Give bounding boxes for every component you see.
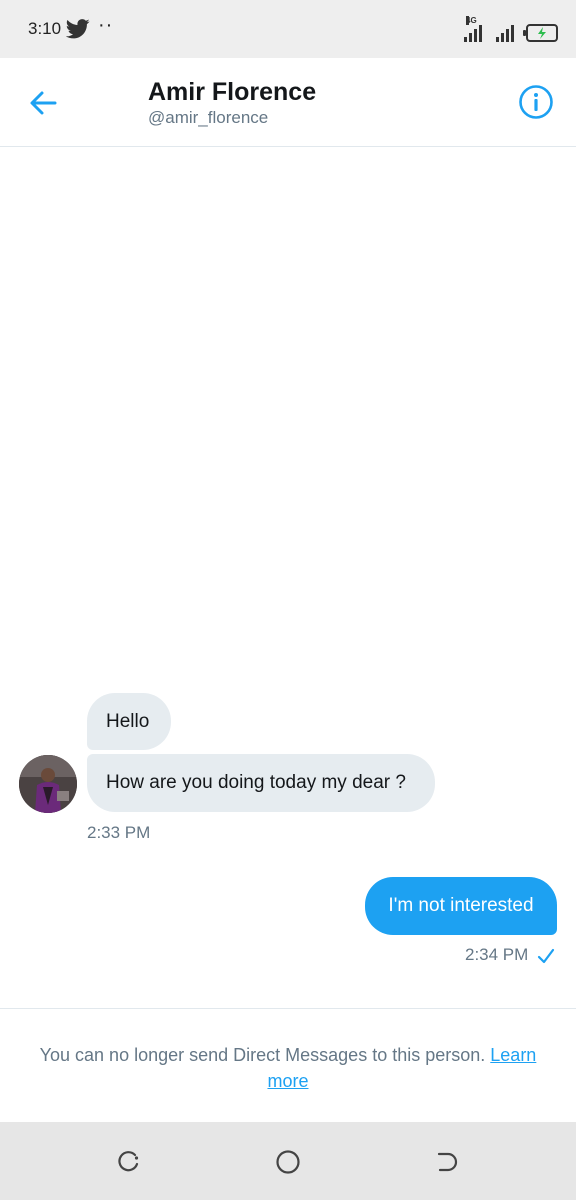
back-icon[interactable] (435, 1149, 461, 1175)
conversation-header: Amir Florence @amir_florence (0, 58, 576, 147)
home-icon[interactable] (275, 1149, 301, 1175)
message-text: How are you doing today my dear ? (106, 772, 406, 793)
network-label: 4G (466, 16, 477, 25)
info-circle-icon[interactable] (518, 84, 554, 120)
contact-name[interactable]: Amir Florence (148, 78, 316, 107)
signal-icon: 4G (464, 16, 482, 42)
message-text: Hello (106, 710, 150, 732)
navigation-bar (0, 1122, 576, 1200)
status-icons: 4G (464, 16, 558, 42)
notification-dots-icon: ·· (98, 14, 114, 36)
status-time: 3:10 (28, 19, 62, 38)
status-bar: 3:10 ·· 4G (0, 0, 576, 58)
arrow-left-icon[interactable] (26, 86, 60, 120)
contact-handle: @amir_florence (148, 108, 269, 127)
signal-icon-2 (496, 22, 514, 42)
recent-apps-icon[interactable] (115, 1149, 141, 1175)
footer-divider (0, 1008, 576, 1009)
outgoing-message-bubble[interactable]: I'm not interested (365, 877, 557, 935)
message-text: I'm not interested (388, 895, 534, 916)
notice-text: You can no longer send Direct Messages t… (39, 1045, 486, 1065)
checkmark-icon (537, 948, 555, 964)
incoming-message-bubble[interactable]: Hello (87, 693, 171, 750)
incoming-message-bubble[interactable]: How are you doing today my dear ? (87, 754, 435, 812)
message-timestamp: 2:34 PM (465, 945, 529, 964)
battery-charging-icon (523, 24, 558, 42)
dm-disabled-notice: You can no longer send Direct Messages t… (16, 1042, 560, 1094)
message-timestamp: 2:33 PM (87, 823, 151, 842)
avatar[interactable] (19, 755, 77, 813)
twitter-icon (66, 19, 90, 39)
